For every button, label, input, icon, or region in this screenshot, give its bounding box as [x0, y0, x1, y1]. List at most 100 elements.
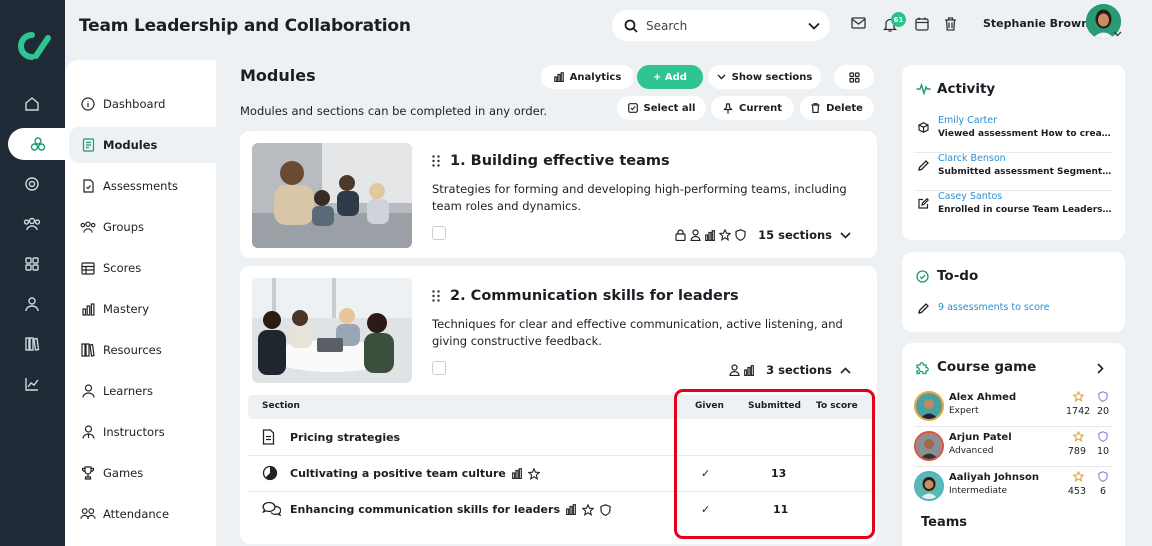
player-points: 789	[1067, 446, 1086, 457]
col-section: Section	[262, 401, 300, 411]
user-menu-chevron-icon[interactable]	[1113, 31, 1122, 37]
trophy-icon	[80, 466, 96, 480]
todo-link[interactable]: 9 assessments to score	[938, 302, 1049, 313]
nav-item-learners[interactable]: Learners	[69, 373, 216, 409]
chart-icon[interactable]	[18, 370, 46, 398]
app-logo-icon[interactable]	[12, 30, 54, 62]
page-title: Team Leadership and Collaboration	[79, 16, 411, 36]
chevron-down-icon[interactable]	[840, 231, 851, 239]
puzzle-icon	[915, 360, 930, 375]
player-level: Expert	[949, 406, 979, 416]
activity-item[interactable]: Casey Santos Enrolled in course Team Lea…	[914, 191, 1113, 229]
library-icon[interactable]	[18, 330, 46, 358]
nav-item-mastery[interactable]: Mastery	[69, 291, 216, 327]
nav-item-dashboard[interactable]: Dashboard	[69, 86, 216, 122]
drag-handle-icon[interactable]	[432, 155, 440, 167]
cube-icon	[918, 122, 929, 133]
table-icon	[80, 261, 96, 275]
nav-item-scores[interactable]: Scores	[69, 250, 216, 286]
people-icon[interactable]	[18, 210, 46, 238]
chevron-right-icon[interactable]	[1097, 363, 1104, 374]
module-meta[interactable]: 15 sections	[675, 228, 851, 242]
bars-icon	[511, 468, 522, 479]
chevron-up-icon[interactable]	[840, 366, 851, 374]
nav-label: Attendance	[103, 507, 170, 521]
course-nav: Dashboard Modules Assessments Groups Sco…	[65, 60, 216, 546]
module-title[interactable]: 2. Communication skills for leaders	[432, 288, 739, 304]
module-card[interactable]: 1. Building effective teams Strategies f…	[240, 131, 877, 258]
course-game-panel: Course game Alex Ahmed Expert 1742 20 Ar…	[902, 343, 1125, 546]
todo-title: To-do	[937, 268, 979, 284]
nav-item-groups[interactable]: Groups	[69, 209, 216, 245]
edit-icon	[918, 198, 929, 209]
activity-user[interactable]: Casey Santos	[938, 191, 1002, 202]
lock-icon	[675, 229, 686, 241]
activity-user[interactable]: Emily Carter	[938, 115, 997, 126]
add-button[interactable]: + Add	[637, 65, 703, 89]
search-input[interactable]: Search	[612, 10, 830, 41]
module-checkbox[interactable]	[432, 226, 446, 240]
show-sections-label: Show sections	[731, 71, 813, 83]
game-title: Course game	[937, 359, 1037, 375]
nav-label: Resources	[103, 343, 162, 357]
nav-item-modules[interactable]: Modules	[69, 127, 216, 163]
course-icon[interactable]	[8, 128, 68, 160]
avatar	[914, 391, 944, 421]
nav-label: Instructors	[103, 425, 165, 439]
avatar	[914, 431, 944, 461]
activity-item[interactable]: Emily Carter Viewed assessment How to cr…	[914, 115, 1113, 153]
analytics-label: Analytics	[569, 71, 622, 83]
nav-item-attendance[interactable]: Attendance	[69, 496, 216, 532]
module-number: 1.	[450, 153, 466, 169]
star-icon	[582, 503, 594, 516]
leaderboard-row[interactable]: Alex Ahmed Expert 1742 20	[914, 388, 1113, 427]
activity-text: Submitted assessment Segmentati…	[938, 167, 1113, 177]
bars-icon	[553, 72, 564, 82]
nav-item-games[interactable]: Games	[69, 455, 216, 491]
module-title[interactable]: 1. Building effective teams	[432, 153, 670, 169]
highlight-box	[674, 389, 875, 539]
sections-count: 3 sections	[766, 363, 832, 377]
grid-icon	[848, 71, 860, 83]
home-icon[interactable]	[18, 90, 46, 118]
player-level: Intermediate	[949, 486, 1008, 496]
trash-icon[interactable]	[944, 17, 957, 31]
delete-button[interactable]: Delete	[800, 96, 874, 120]
star-icon	[1073, 471, 1084, 482]
calendar-icon[interactable]	[915, 17, 929, 31]
user-name[interactable]: Stephanie Brown	[983, 17, 1089, 30]
nav-item-instructors[interactable]: Instructors	[69, 414, 216, 450]
nav-item-assessments[interactable]: Assessments	[69, 168, 216, 204]
leaderboard-row[interactable]: Arjun Patel Advanced 789 10	[914, 428, 1113, 467]
sections-count: 15 sections	[758, 228, 832, 242]
mail-icon[interactable]	[851, 17, 866, 29]
document-icon	[80, 138, 96, 152]
module-checkbox[interactable]	[432, 361, 446, 375]
bars-icon	[705, 229, 716, 241]
search-placeholder: Search	[646, 18, 688, 33]
nav-label: Groups	[103, 220, 145, 234]
grid-view-button[interactable]	[834, 65, 874, 89]
drag-handle-icon[interactable]	[432, 290, 440, 302]
nav-item-resources[interactable]: Resources	[69, 332, 216, 368]
select-all-button[interactable]: Select all	[617, 96, 706, 120]
nav-label: Scores	[103, 261, 142, 275]
assessment-icon	[80, 179, 96, 193]
star-icon	[719, 229, 732, 241]
module-meta[interactable]: 3 sections	[729, 363, 851, 377]
target-icon[interactable]	[18, 170, 46, 198]
activity-user[interactable]: Clarck Benson	[938, 153, 1006, 164]
user-icon[interactable]	[18, 290, 46, 318]
avatar	[914, 471, 944, 501]
shield-icon	[1098, 471, 1108, 482]
show-sections-button[interactable]: Show sections	[708, 65, 821, 89]
activity-item[interactable]: Clarck Benson Submitted assessment Segme…	[914, 153, 1113, 191]
shield-icon	[735, 229, 746, 241]
section-name: Enhancing communication skills for leade…	[290, 503, 611, 516]
current-button[interactable]: Current	[711, 96, 794, 120]
chevron-down-icon[interactable]	[808, 22, 820, 30]
leaderboard-row[interactable]: Aaliyah Johnson Intermediate 453 6	[914, 468, 1113, 507]
todo-panel: To-do 9 assessments to score	[902, 252, 1125, 332]
analytics-button[interactable]: Analytics	[541, 65, 634, 89]
grid-icon[interactable]	[18, 250, 46, 278]
